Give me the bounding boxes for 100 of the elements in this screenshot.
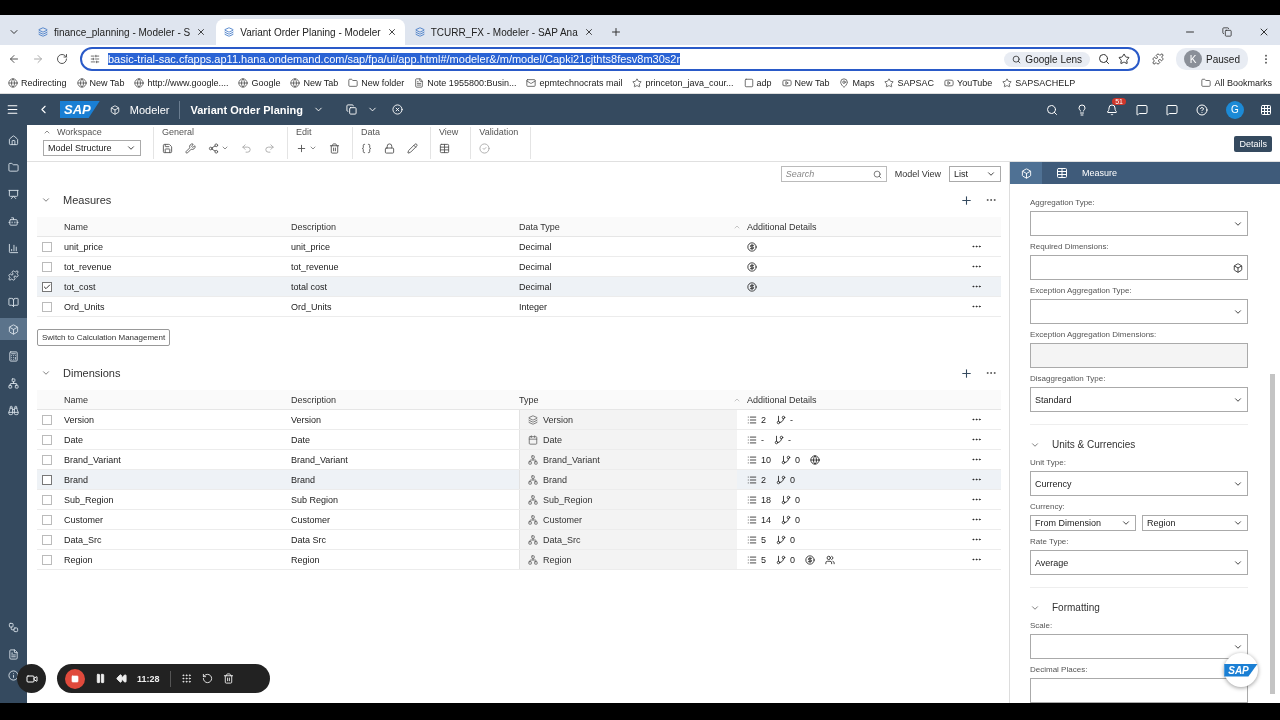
assistant-button[interactable]: SAP — [1224, 653, 1258, 687]
workflow-icon[interactable] — [8, 621, 19, 633]
type-chip[interactable]: Date — [519, 430, 737, 449]
row-checkbox[interactable] — [42, 241, 52, 252]
column-header[interactable]: Name — [64, 394, 88, 405]
chart-icon[interactable] — [8, 242, 19, 254]
switch-button[interactable]: Switch to Calculation Management — [37, 329, 171, 346]
column-header[interactable]: Name — [64, 221, 88, 232]
search-icon[interactable] — [1098, 53, 1111, 65]
add-icon[interactable] — [960, 366, 973, 380]
binoculars-icon[interactable] — [8, 404, 19, 416]
check-circle-icon[interactable] — [479, 142, 491, 154]
site-settings-icon[interactable] — [90, 54, 100, 64]
type-chip[interactable]: Region — [519, 550, 737, 569]
feedback-icon[interactable] — [1166, 103, 1178, 116]
dropdown[interactable]: Average — [1030, 550, 1248, 575]
all-bookmarks[interactable]: All Bookmarks — [1201, 78, 1272, 88]
details-button[interactable]: Details — [1234, 136, 1272, 152]
browser-tab[interactable]: finance_planning - Modeler - S — [30, 19, 215, 45]
row-checkbox[interactable] — [42, 494, 52, 505]
user-avatar[interactable]: G — [1226, 100, 1244, 119]
browser-tab[interactable]: Variant Order Planing - Modeler — [216, 19, 405, 45]
network-icon[interactable] — [8, 377, 19, 389]
bookmark[interactable]: Redirecting — [8, 78, 67, 88]
close-icon[interactable] — [386, 27, 397, 37]
menu-icon[interactable] — [6, 103, 19, 116]
caret-icon[interactable] — [309, 144, 317, 152]
workspace-dropdown[interactable]: Model Structure — [43, 140, 141, 156]
input-field[interactable] — [1030, 678, 1248, 703]
add-icon[interactable] — [296, 142, 307, 154]
type-chip[interactable]: Brand — [519, 470, 737, 489]
scrollbar[interactable] — [1270, 374, 1275, 694]
row-checkbox[interactable] — [42, 301, 52, 312]
close-icon[interactable] — [1258, 26, 1270, 38]
type-chip[interactable]: Data_Src — [519, 530, 737, 549]
type-chip[interactable]: Customer — [519, 510, 737, 529]
nav-item[interactable] — [0, 318, 27, 340]
column-header[interactable]: Additional Details — [747, 221, 817, 232]
robot-icon[interactable] — [8, 215, 19, 227]
bookmark[interactable]: adp — [743, 78, 772, 88]
collapse-icon[interactable] — [41, 195, 51, 205]
search-icon[interactable] — [872, 169, 882, 179]
trash-icon[interactable] — [329, 142, 340, 154]
type-chip[interactable]: Version — [519, 410, 737, 429]
share-icon[interactable] — [208, 142, 219, 154]
wrench-icon[interactable] — [185, 142, 196, 154]
bookmark[interactable]: Maps — [839, 78, 875, 88]
model-title[interactable]: Variant Order Planing — [190, 103, 303, 116]
bookmark[interactable]: New Tab — [76, 78, 125, 88]
dropdown[interactable]: From Dimension — [1030, 515, 1136, 531]
book-icon[interactable] — [8, 296, 19, 308]
close-icon[interactable] — [391, 104, 403, 115]
pause-icon[interactable] — [95, 673, 106, 684]
chat-icon[interactable] — [1136, 103, 1148, 116]
apps-icon[interactable] — [1260, 103, 1272, 116]
folder-icon[interactable] — [8, 161, 19, 173]
add-icon[interactable] — [960, 193, 973, 207]
bookmark[interactable]: SAPSACHELP — [1002, 78, 1076, 88]
puzzle-icon[interactable] — [8, 269, 19, 281]
close-icon[interactable] — [196, 27, 207, 37]
back-icon[interactable] — [8, 53, 20, 65]
extensions-icon[interactable] — [1152, 53, 1165, 65]
rewind-icon[interactable] — [116, 673, 127, 684]
column-header[interactable]: Additional Details — [747, 394, 817, 405]
bookmark[interactable]: YouTube — [943, 78, 993, 88]
lock-icon[interactable] — [384, 142, 395, 154]
column-header[interactable]: Data Type — [519, 221, 560, 232]
close-icon[interactable] — [583, 27, 594, 37]
help-icon[interactable] — [1196, 103, 1208, 116]
collapse-icon[interactable] — [41, 368, 51, 378]
caret-icon[interactable] — [986, 169, 996, 179]
restart-icon[interactable] — [201, 673, 213, 684]
bookmark[interactable]: SAPSAC — [884, 78, 934, 88]
cube-icon[interactable] — [1233, 262, 1243, 273]
browser-tab[interactable]: TCURR_FX - Modeler - SAP Ana — [406, 19, 602, 45]
address-bar[interactable]: basic-trial-sac.cfapps.ap11.hana.ondemand.com/sap/fpa/ui/app.html#/modeler&/m/model/Capki21cjthts8fesv8m30s2r Google Lens — [80, 47, 1141, 71]
document-icon[interactable] — [8, 648, 19, 660]
row-checkbox[interactable] — [42, 414, 52, 425]
model-view-dropdown[interactable]: List — [949, 166, 1001, 182]
braces-icon[interactable] — [361, 142, 372, 154]
home-icon[interactable] — [8, 134, 19, 146]
star-icon[interactable] — [1118, 53, 1131, 65]
lightbulb-icon[interactable] — [1076, 103, 1088, 116]
delete-icon[interactable] — [222, 673, 234, 684]
bell-icon[interactable] — [1106, 103, 1118, 116]
bookmark[interactable]: New Tab — [781, 78, 830, 88]
grid-icon[interactable] — [180, 673, 192, 684]
row-checkbox[interactable] — [42, 281, 52, 292]
dropdown[interactable]: Currency — [1030, 471, 1248, 496]
column-header[interactable]: Description — [291, 221, 337, 232]
bookmark[interactable]: New folder — [348, 78, 405, 88]
bookmark[interactable]: http://www.google.... — [134, 78, 229, 88]
table-icon[interactable] — [439, 142, 450, 154]
search-field[interactable]: Search — [780, 166, 887, 182]
reload-icon[interactable] — [56, 53, 68, 65]
copy-icon[interactable] — [345, 104, 357, 115]
presentation-icon[interactable] — [8, 188, 19, 200]
bookmark[interactable]: princeton_java_cour... — [632, 78, 734, 88]
new-tab-icon[interactable] — [609, 26, 622, 38]
caret-icon[interactable] — [1233, 518, 1243, 528]
